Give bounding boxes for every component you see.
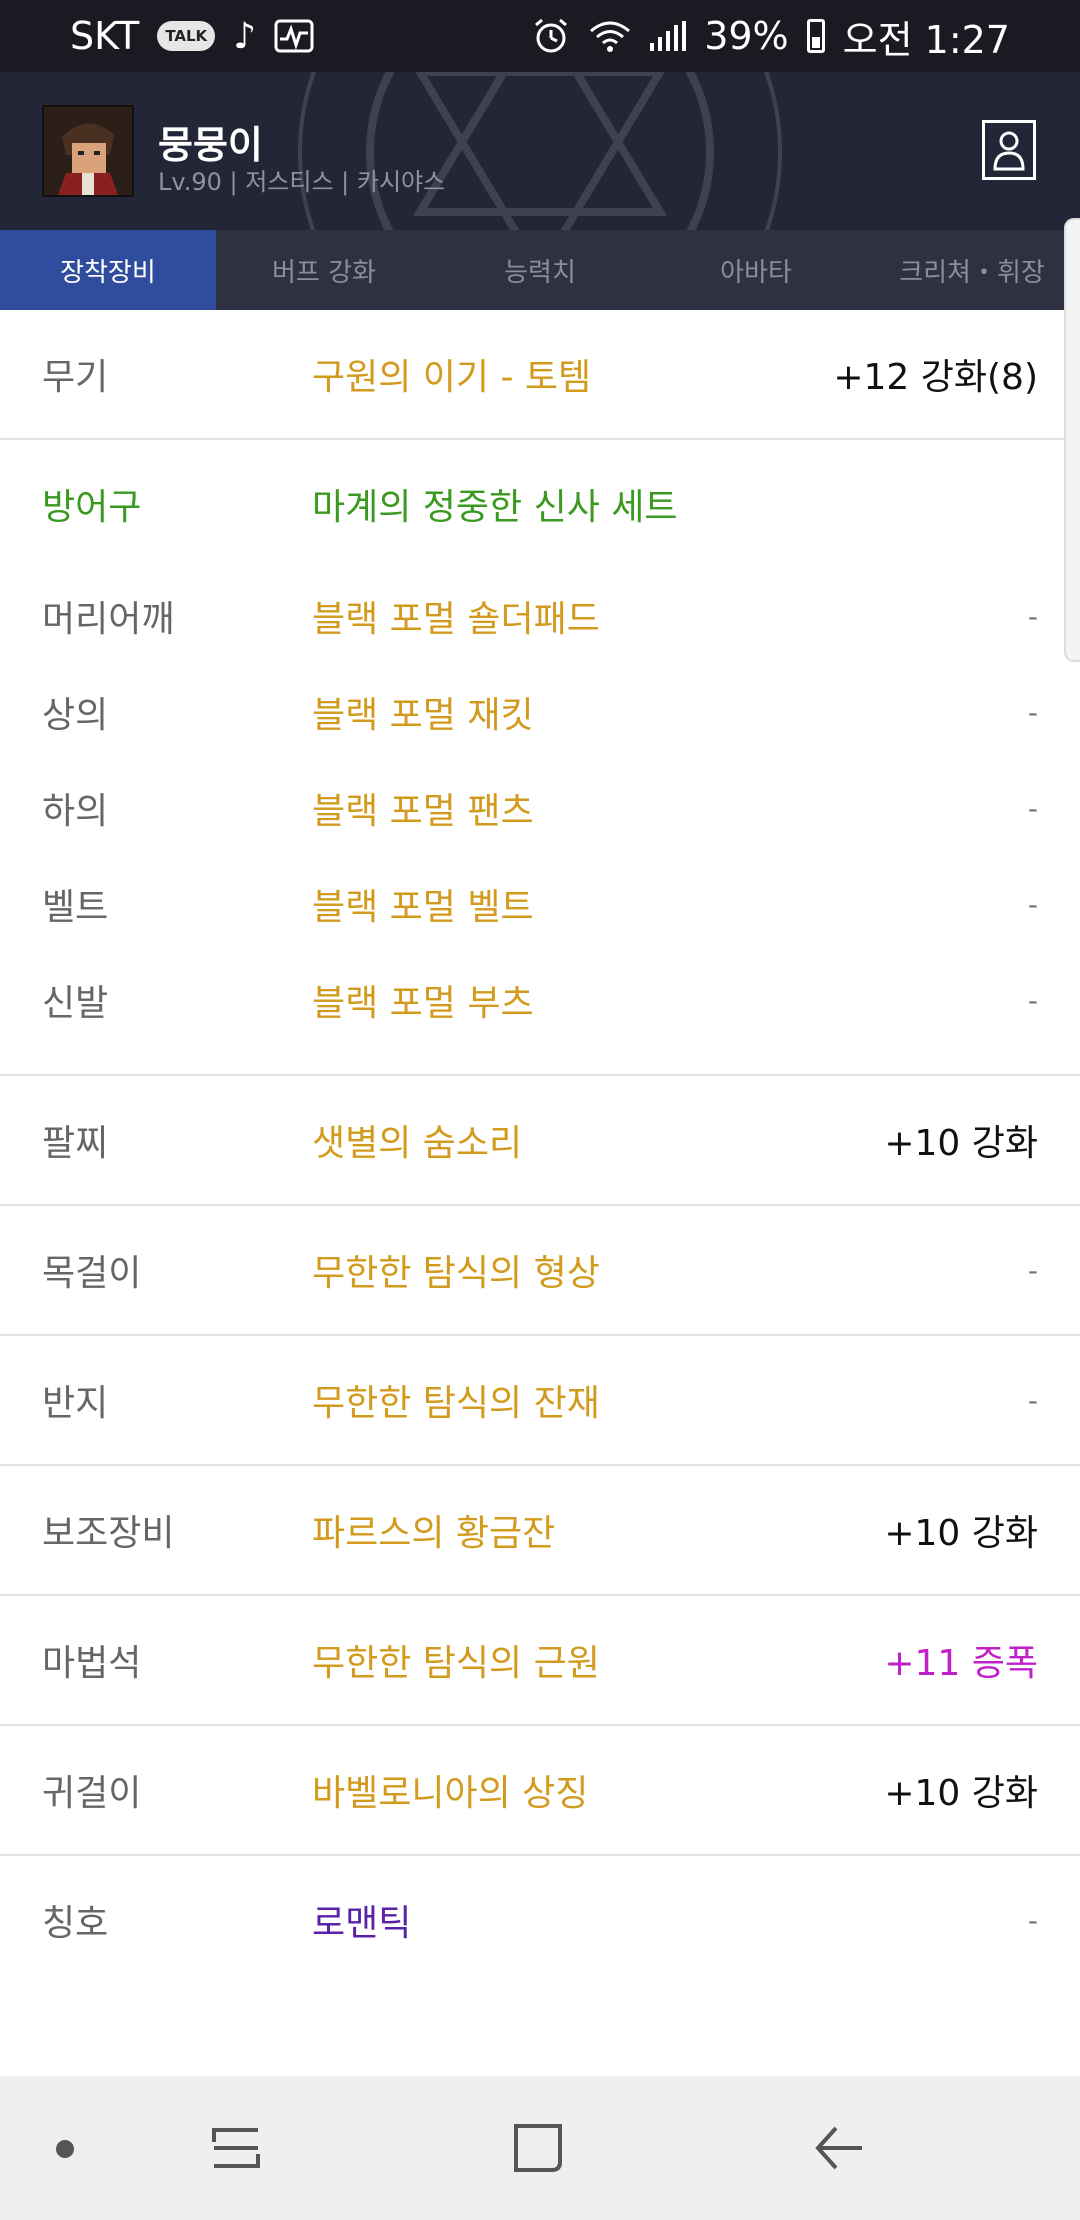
slot-label: 칭호: [42, 1903, 109, 1944]
slot-label: 머리어깨: [42, 599, 175, 640]
equipment-row-shoulder[interactable]: 머리어깨 블랙 포멀 숄더패드 -: [0, 568, 1080, 664]
nav-dot-icon[interactable]: [56, 2140, 74, 2158]
slot-label: 보조장비: [42, 1513, 175, 1554]
slot-label: 귀걸이: [42, 1773, 142, 1814]
battery-icon: [806, 19, 825, 53]
item-name: 무한한 탐식의 근원: [312, 1643, 600, 1684]
equipment-row-magic-stone[interactable]: 마법석 무한한 탐식의 근원 +11 증폭: [0, 1596, 1080, 1724]
tab-avatar[interactable]: 아바타: [648, 230, 864, 310]
item-enhance: -: [1027, 599, 1038, 633]
item-enhance: -: [1027, 1253, 1038, 1287]
item-amplify: +11 증폭: [884, 1643, 1038, 1684]
tab-equipment[interactable]: 장착장비: [0, 230, 216, 310]
tab-buff-enhance[interactable]: 버프 강화: [216, 230, 432, 310]
status-right: 39% 오전 1:27: [532, 9, 1010, 64]
item-enhance: -: [1027, 887, 1038, 921]
equipment-row-top[interactable]: 상의 블랙 포멀 재킷 -: [0, 664, 1080, 760]
equipment-row-bottom[interactable]: 하의 블랙 포멀 팬츠 -: [0, 760, 1080, 856]
person-icon: [993, 131, 1025, 171]
edge-panel-handle[interactable]: [1064, 218, 1080, 662]
character-avatar: [42, 105, 134, 197]
slot-label: 무기: [42, 357, 109, 398]
equipment-row-shoes[interactable]: 신발 블랙 포멀 부츠 -: [0, 952, 1080, 1048]
slot-label: 상의: [42, 695, 109, 736]
battery-percent: 39%: [704, 14, 789, 58]
equipment-row-earring[interactable]: 귀걸이 바벨로니아의 상징 +10 강화: [0, 1726, 1080, 1854]
clock: 오전 1:27: [842, 17, 1010, 62]
home-icon[interactable]: [508, 2118, 568, 2178]
item-enhance: +12 강화(8): [833, 357, 1038, 398]
slot-label: 하의: [42, 791, 109, 832]
equipment-list: 무기 구원의 이기 - 토템 +12 강화(8) 방어구 마계의 정중한 신사 …: [0, 310, 1080, 1984]
item-name: 블랙 포멀 부츠: [312, 983, 534, 1024]
item-name: 블랙 포멀 재킷: [312, 695, 534, 736]
slot-label: 마법석: [42, 1643, 142, 1684]
back-icon[interactable]: [812, 2120, 868, 2176]
equipment-row-support[interactable]: 보조장비 파르스의 황금잔 +10 강화: [0, 1466, 1080, 1594]
item-name: 블랙 포멀 팬츠: [312, 791, 534, 832]
wifi-icon: [590, 21, 631, 52]
character-header: 뭉뭉이 Lv.90 | 저스티스 | 카시야스: [0, 72, 1080, 230]
item-name: 구원의 이기 - 토템: [312, 357, 592, 398]
slot-label: 방어구: [42, 487, 142, 528]
kakaotalk-icon: TALK: [157, 21, 216, 51]
item-enhance: +10 강화: [884, 1513, 1038, 1554]
item-enhance: -: [1027, 1383, 1038, 1417]
signal-icon: [650, 21, 687, 51]
equipment-row-ring[interactable]: 반지 무한한 탐식의 잔재 -: [0, 1336, 1080, 1464]
slot-label: 팔찌: [42, 1123, 109, 1164]
item-enhance: -: [1027, 791, 1038, 825]
carrier-label: SKT: [70, 14, 140, 58]
slot-label: 벨트: [42, 887, 109, 928]
item-enhance: -: [1027, 1903, 1038, 1937]
profile-button[interactable]: [982, 120, 1036, 180]
slot-label: 신발: [42, 983, 109, 1024]
system-nav-bar: [0, 2076, 1080, 2220]
tab-creature-emblem[interactable]: 크리쳐・휘장: [864, 230, 1080, 310]
equipment-row-necklace[interactable]: 목걸이 무한한 탐식의 형상 -: [0, 1206, 1080, 1334]
item-name: 샛별의 숨소리: [312, 1123, 523, 1164]
item-name: 블랙 포멀 숄더패드: [312, 599, 600, 640]
activity-icon: [274, 19, 314, 53]
equipment-row-title[interactable]: 칭호 로맨틱 -: [0, 1856, 1080, 1984]
item-name: 바벨로니아의 상징: [312, 1773, 589, 1814]
music-note-icon: ♪: [233, 15, 257, 57]
character-name: 뭉뭉이: [158, 123, 263, 167]
tab-bar: 장착장비 버프 강화 능력치 아바타 크리쳐・휘장: [0, 230, 1080, 310]
alarm-icon: [535, 18, 568, 53]
item-enhance: +10 강화: [884, 1773, 1038, 1814]
recent-apps-icon[interactable]: [208, 2120, 264, 2176]
equipment-row-bracelet[interactable]: 팔찌 샛별의 숨소리 +10 강화: [0, 1076, 1080, 1204]
equipment-row-weapon[interactable]: 무기 구원의 이기 - 토템 +12 강화(8): [0, 310, 1080, 438]
slot-label: 반지: [42, 1383, 109, 1424]
item-name: 파르스의 황금잔: [312, 1513, 556, 1554]
character-info: Lv.90 | 저스티스 | 카시야스: [158, 168, 446, 196]
item-name: 무한한 탐식의 형상: [312, 1253, 600, 1294]
item-name: 블랙 포멀 벨트: [312, 887, 534, 928]
equipment-row-belt[interactable]: 벨트 블랙 포멀 벨트 -: [0, 856, 1080, 952]
item-enhance: +10 강화: [884, 1123, 1038, 1164]
item-name: 로맨틱: [312, 1903, 412, 1944]
slot-label: 목걸이: [42, 1253, 142, 1294]
item-name: 무한한 탐식의 잔재: [312, 1383, 600, 1424]
equipment-row-armor-set[interactable]: 방어구 마계의 정중한 신사 세트: [0, 440, 1080, 568]
item-enhance: -: [1027, 983, 1038, 1017]
item-enhance: -: [1027, 695, 1038, 729]
tab-stats[interactable]: 능력치: [432, 230, 648, 310]
set-name: 마계의 정중한 신사 세트: [312, 487, 678, 528]
status-bar: SKT TALK ♪ 39% 오전 1:27: [0, 0, 1080, 72]
status-left: SKT TALK ♪: [70, 14, 314, 58]
